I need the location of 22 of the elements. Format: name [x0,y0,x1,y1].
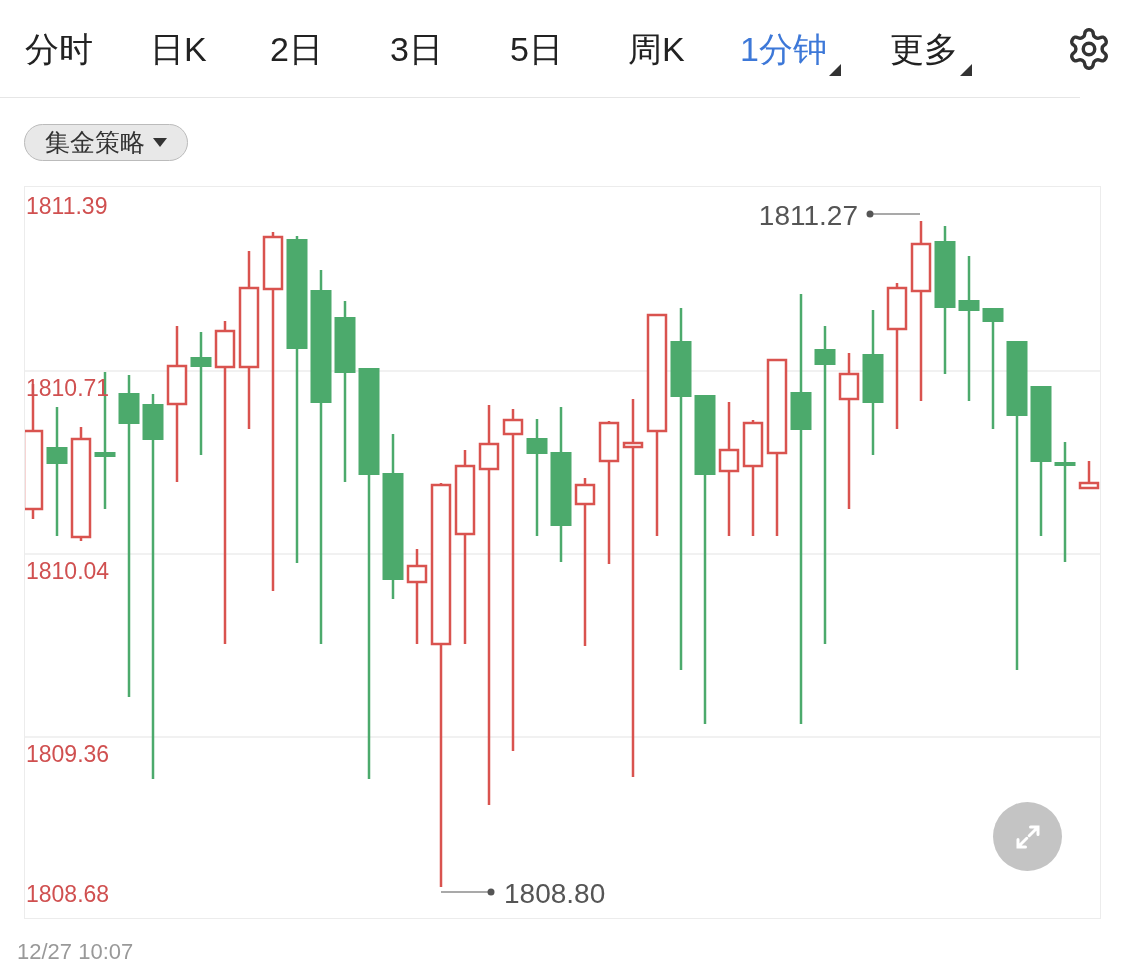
candle [1078,461,1100,490]
high-price-label: 1811.27 [758,200,858,231]
timestamp: 12/27 10:07 [17,939,134,964]
axis-label: 1810.04 [26,558,110,584]
caret-icon [153,137,167,148]
leader-line [440,888,495,896]
axis-label: 1808.68 [26,881,110,907]
axis-label: 1811.39 [26,193,108,219]
period-tab[interactable]: 分时 [25,21,107,76]
period-tab[interactable]: 1分钟 [740,21,841,76]
low-price-label: 1808.80 [504,878,606,909]
leader-line [866,210,921,218]
period-tab[interactable]: 周K [628,21,699,76]
strategy-dropdown[interactable]: 集金策略 [24,124,188,161]
period-tab[interactable]: 3日 [390,21,457,76]
period-tab[interactable]: 更多 [890,21,972,76]
period-tab[interactable]: 5日 [510,21,577,76]
corner-triangle-icon [960,63,972,76]
axis-label: 1809.36 [26,741,110,767]
corner-triangle-icon [828,63,841,76]
period-tab[interactable]: 日K [150,21,221,76]
period-tab[interactable]: 2日 [270,21,337,76]
